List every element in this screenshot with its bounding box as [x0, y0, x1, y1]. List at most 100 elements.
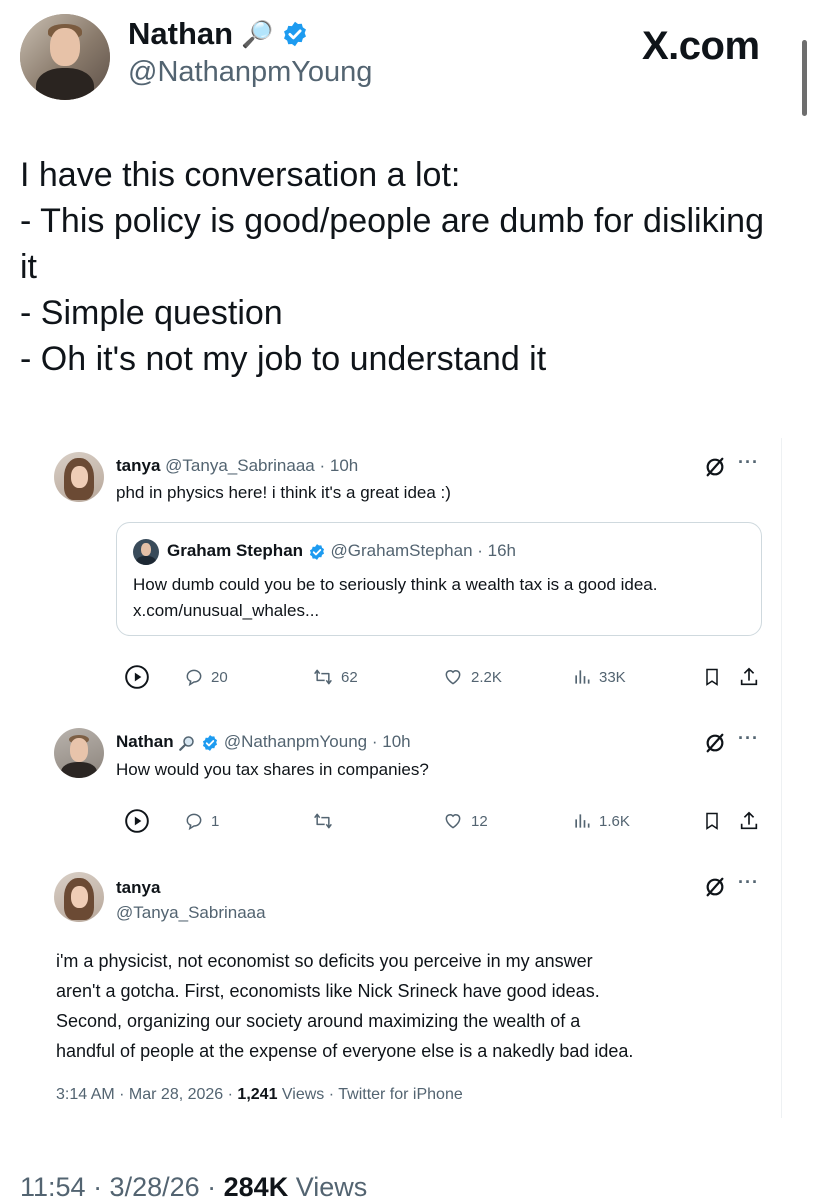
analytics-icon	[575, 670, 590, 684]
reply-icon	[186, 813, 202, 831]
avatar-face	[71, 466, 88, 488]
tweet2-header: Nathan @NathanpmYoung · 10h	[116, 732, 411, 752]
tweet3-meta: 3:14 AM · Mar 28, 2026 · 1,241 Views · T…	[56, 1086, 463, 1104]
post-meta: 11:54 · 3/28/26 · 284K Views	[20, 1172, 367, 1200]
tweet3-line: handful of people at the expense of ever…	[56, 1041, 634, 1061]
quoted-text-line1: How dumb could you be to seriously think…	[133, 575, 658, 594]
quoted-link[interactable]: x.com/unusual_whales...	[133, 601, 319, 621]
embedded-screenshot: tanya @Tanya_Sabrinaaa · 10h phd in phys…	[40, 438, 782, 1118]
tweet3-name[interactable]: tanya	[116, 878, 160, 898]
nathan-avatar[interactable]	[54, 728, 104, 778]
views-button[interactable]: 1.6K	[572, 806, 630, 836]
bookmark-icon	[706, 668, 718, 686]
avatar-body	[136, 556, 156, 565]
heart-icon	[445, 814, 461, 829]
views-count: 33K	[599, 668, 626, 686]
share-button[interactable]	[738, 662, 760, 692]
author-handle[interactable]: @NathanpmYoung	[128, 56, 372, 89]
post-line: - Simple question	[20, 294, 283, 332]
tweet2-actions: 1 12 1.6K	[124, 806, 764, 836]
bookmark-button[interactable]	[702, 806, 722, 836]
post-line: - Oh it's not my job to understand it	[20, 340, 547, 378]
tweet1-handle[interactable]: @Tanya_Sabrinaaa	[165, 456, 315, 475]
verified-badge-icon	[284, 21, 307, 47]
tweet3-client: · Twitter for iPhone	[324, 1086, 463, 1103]
views-count: 1.6K	[599, 812, 630, 830]
verified-badge-icon	[309, 543, 324, 560]
post-line: it	[20, 248, 37, 286]
source-watermark: X.com	[642, 24, 760, 68]
tweet2-handle[interactable]: @NathanpmYoung	[224, 732, 367, 751]
graham-avatar[interactable]	[133, 539, 159, 565]
scrollbar[interactable]	[802, 40, 807, 116]
tweet1-time[interactable]: · 10h	[319, 456, 358, 475]
author-avatar[interactable]	[20, 14, 110, 100]
magnifier-icon: 🔎	[241, 18, 274, 49]
reply-count: 20	[211, 668, 228, 686]
grok-icon[interactable]	[704, 456, 726, 478]
tweet3-line: i'm a physicist, not economist so defici…	[56, 951, 593, 971]
tweet2-time[interactable]: · 10h	[372, 732, 411, 751]
tweet3-view-count: 1,241	[237, 1086, 278, 1103]
share-button[interactable]	[738, 806, 760, 836]
quoted-handle[interactable]: @GrahamStephan	[331, 541, 473, 560]
quoted-time[interactable]: · 16h	[477, 541, 516, 560]
heart-icon	[445, 670, 461, 685]
bookmark-button[interactable]	[702, 662, 722, 692]
tweet1-text: phd in physics here! i think it's a grea…	[116, 483, 451, 502]
quoted-name[interactable]: Graham Stephan	[167, 541, 303, 560]
tanya-avatar[interactable]	[54, 872, 104, 922]
tanya-avatar[interactable]	[54, 452, 104, 502]
post-text: I have this conversation a lot: - This p…	[20, 152, 810, 382]
more-options-icon[interactable]: ···	[738, 452, 759, 473]
repost-icon	[314, 669, 332, 685]
avatar-face	[50, 28, 80, 66]
like-count: 2.2K	[471, 668, 502, 686]
post-views-label: Views	[288, 1172, 368, 1200]
tweet3-line: Second, organizing our society around ma…	[56, 1011, 581, 1031]
bookmark-icon	[706, 812, 718, 830]
post-timestamp[interactable]: 11:54 · 3/28/26 ·	[20, 1172, 224, 1200]
analytics-icon	[575, 814, 590, 828]
repost-icon	[314, 813, 332, 829]
post-view-count: 284K	[223, 1172, 289, 1200]
more-options-icon[interactable]: ···	[738, 728, 759, 749]
tweet3-views-label: Views	[277, 1086, 325, 1103]
post-line: I have this conversation a lot:	[20, 156, 461, 194]
avatar-body	[36, 68, 94, 100]
tweet2-name[interactable]: Nathan	[116, 732, 174, 751]
tweet3-handle[interactable]: @Tanya_Sabrinaaa	[116, 903, 266, 923]
author-name[interactable]: Nathan	[128, 16, 233, 52]
share-icon	[740, 667, 758, 686]
avatar-body	[61, 762, 97, 778]
play-icon	[125, 809, 149, 833]
reply-icon	[186, 669, 202, 687]
verified-badge-icon	[203, 734, 218, 751]
reply-count: 1	[211, 812, 220, 830]
tweet3-timestamp[interactable]: 3:14 AM · Mar 28, 2026 ·	[56, 1086, 237, 1103]
author-name-row[interactable]: Nathan 🔎	[128, 14, 309, 54]
reply-button[interactable]: 1	[184, 806, 219, 836]
grok-icon[interactable]	[704, 732, 726, 754]
tweet1-actions: 20 62 2.2K 33K	[124, 662, 764, 692]
views-button[interactable]: 33K	[572, 662, 626, 692]
like-count: 12	[471, 812, 488, 830]
like-button[interactable]: 12	[442, 806, 488, 836]
post-line: - This policy is good/people are dumb fo…	[20, 202, 764, 240]
avatar-face	[141, 543, 151, 556]
tweet3-line: aren't a gotcha. First, economists like …	[56, 981, 600, 1001]
repost-button[interactable]: 62	[312, 662, 358, 692]
tweet1-name[interactable]: tanya	[116, 456, 160, 475]
more-options-icon[interactable]: ···	[738, 872, 759, 893]
play-button[interactable]	[124, 662, 150, 692]
repost-count: 62	[341, 668, 358, 686]
repost-button[interactable]	[312, 806, 341, 836]
quoted-header: Graham Stephan @GrahamStephan · 16h	[167, 541, 516, 561]
like-button[interactable]: 2.2K	[442, 662, 502, 692]
play-icon	[125, 665, 149, 689]
grok-icon[interactable]	[704, 876, 726, 898]
reply-button[interactable]: 20	[184, 662, 228, 692]
play-button[interactable]	[124, 806, 150, 836]
avatar-face	[71, 886, 88, 908]
quoted-tweet[interactable]: Graham Stephan @GrahamStephan · 16h How …	[116, 522, 762, 636]
